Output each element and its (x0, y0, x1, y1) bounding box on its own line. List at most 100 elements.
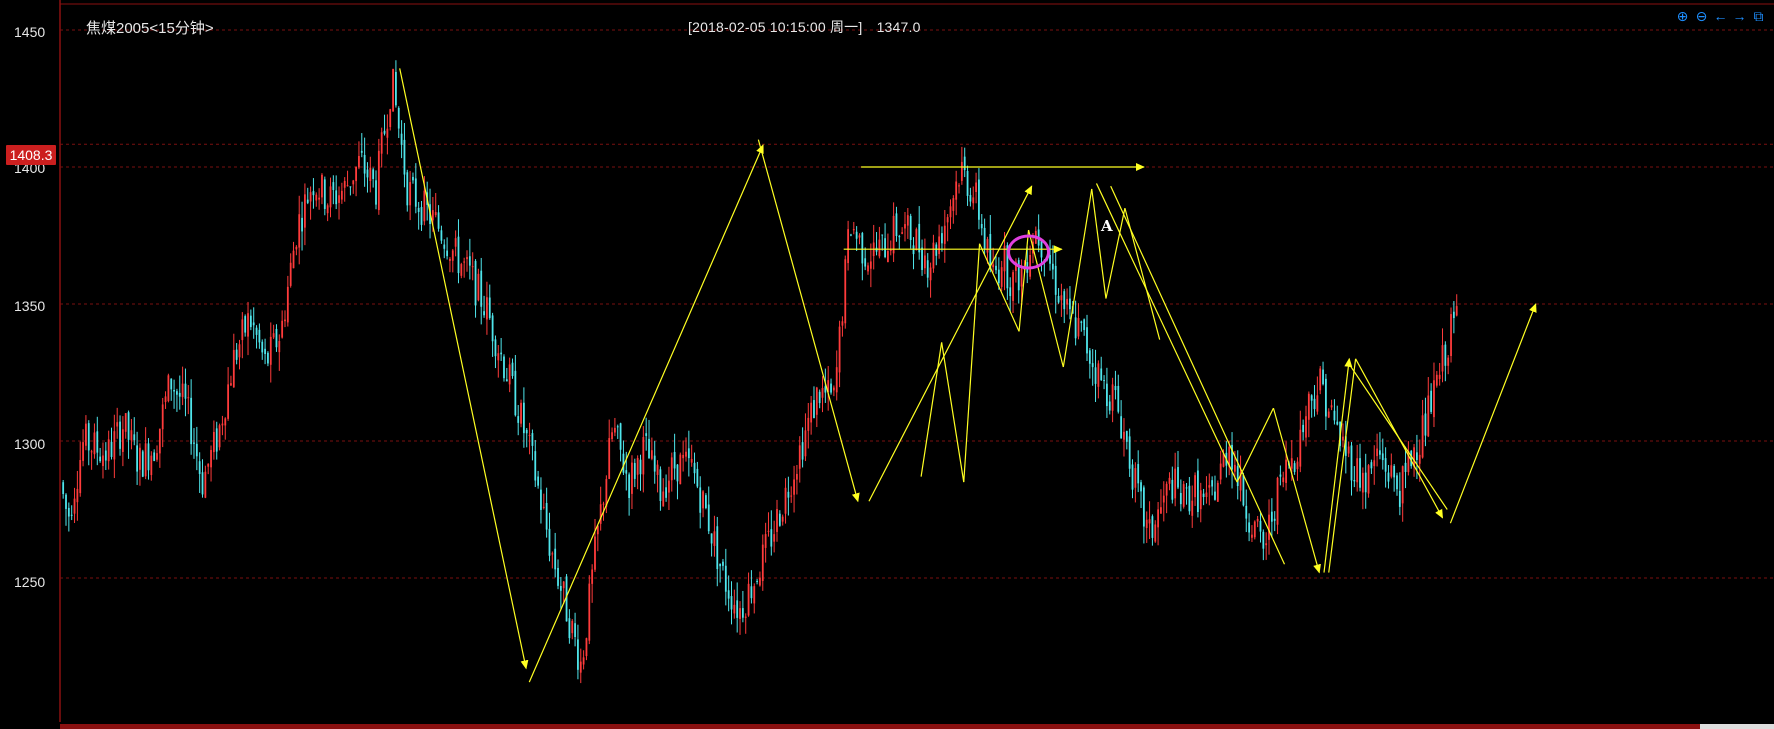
popout-icon[interactable]: ⧉ (1751, 8, 1766, 24)
candle-body (793, 479, 795, 495)
candle-body (1091, 363, 1094, 368)
candlestick-chart[interactable] (0, 0, 1774, 729)
candle-body (1140, 482, 1142, 492)
candle-body (323, 179, 326, 209)
candle-body (1381, 453, 1384, 461)
candle-body (494, 339, 497, 357)
candle-body (431, 210, 434, 221)
candle-body (1322, 369, 1324, 385)
candle-body (1100, 368, 1103, 381)
candle-body (764, 534, 767, 548)
candle-body (358, 156, 360, 168)
candle-body (312, 191, 315, 196)
candle-body (119, 421, 121, 449)
candle-body (730, 596, 733, 610)
candle-body (412, 176, 414, 181)
candle-body (895, 213, 898, 237)
candle-body (753, 586, 756, 604)
candle-body (1145, 519, 1148, 528)
candle-body (884, 238, 886, 258)
candle-body (440, 230, 443, 241)
candle-body (798, 445, 801, 469)
bottom-scroll-thumb[interactable] (1700, 724, 1774, 729)
candle-body (784, 487, 787, 514)
candle-body (1108, 401, 1111, 411)
candle-body (1174, 468, 1177, 499)
candle-body (1088, 350, 1091, 364)
candle-body (1293, 463, 1296, 472)
candle-body (1336, 421, 1339, 425)
candle-body (1117, 385, 1120, 412)
candle-body (1256, 518, 1259, 522)
candle-body (582, 657, 585, 665)
candle-body (355, 166, 357, 182)
candle-body (818, 391, 821, 404)
candle-body (1296, 461, 1299, 470)
candle-body (195, 443, 198, 457)
candle-body (483, 311, 485, 316)
candle-body (685, 451, 687, 457)
candle-body (1202, 493, 1205, 498)
candle-body (124, 413, 127, 432)
candle-body (1404, 462, 1407, 472)
candle-body (241, 319, 244, 341)
candle-body (486, 297, 488, 320)
candle-body (608, 438, 611, 479)
candle-body (215, 428, 218, 452)
candle-body (906, 215, 909, 226)
candle-body (963, 156, 966, 171)
chart-title: 焦煤2005<15分钟> (86, 20, 214, 37)
candle-body (508, 364, 511, 385)
candle-body (1393, 465, 1396, 478)
candle-body (230, 383, 232, 386)
candle-body (326, 205, 329, 214)
candle-body (941, 233, 943, 244)
candle-body (289, 262, 292, 286)
candle-body (1054, 265, 1057, 295)
candle-body (926, 260, 929, 278)
candle-body (585, 638, 588, 657)
candle-body (767, 530, 770, 532)
candle-body (178, 392, 181, 397)
scroll-right-icon[interactable]: → (1732, 8, 1747, 24)
annotation-label-a: A (1100, 217, 1113, 236)
candle-body (221, 423, 224, 426)
candle-body (207, 463, 210, 467)
candle-body (1282, 477, 1285, 483)
bottom-scroll-track[interactable] (60, 724, 1700, 729)
candle-body (380, 132, 383, 154)
candle-body (955, 181, 958, 200)
candle-body (392, 68, 394, 112)
candle-body (864, 258, 867, 267)
candle-body (1353, 479, 1356, 482)
candle-body (1455, 306, 1458, 316)
candle-body (557, 567, 559, 586)
candle-body (537, 476, 540, 486)
candle-body (292, 250, 295, 269)
candle-body (722, 561, 724, 566)
candle-body (1435, 374, 1438, 386)
y-tick-1450: 1450 (14, 24, 46, 40)
candle-body (918, 223, 921, 253)
candle-body (1245, 505, 1248, 519)
candle-body (1151, 516, 1154, 538)
candle-body (1103, 380, 1105, 382)
zoom-out-icon[interactable]: ⊖ (1694, 8, 1709, 24)
candle-body (1080, 321, 1083, 323)
candle-body (414, 178, 417, 207)
candle-body (1444, 344, 1447, 366)
candle-body (139, 447, 141, 470)
zoom-in-icon[interactable]: ⊕ (1675, 8, 1690, 24)
candle-body (943, 225, 946, 244)
candle-body (1390, 465, 1393, 477)
candle-body (497, 353, 500, 361)
candle-body (136, 445, 139, 472)
scroll-left-icon[interactable]: ← (1713, 8, 1728, 24)
candle-body (1191, 500, 1194, 516)
candle-body (79, 460, 82, 494)
candle-body (1242, 475, 1245, 506)
candle-body (682, 454, 685, 459)
candle-body (1251, 534, 1253, 538)
candle-body (522, 402, 525, 434)
candle-body (815, 387, 818, 415)
